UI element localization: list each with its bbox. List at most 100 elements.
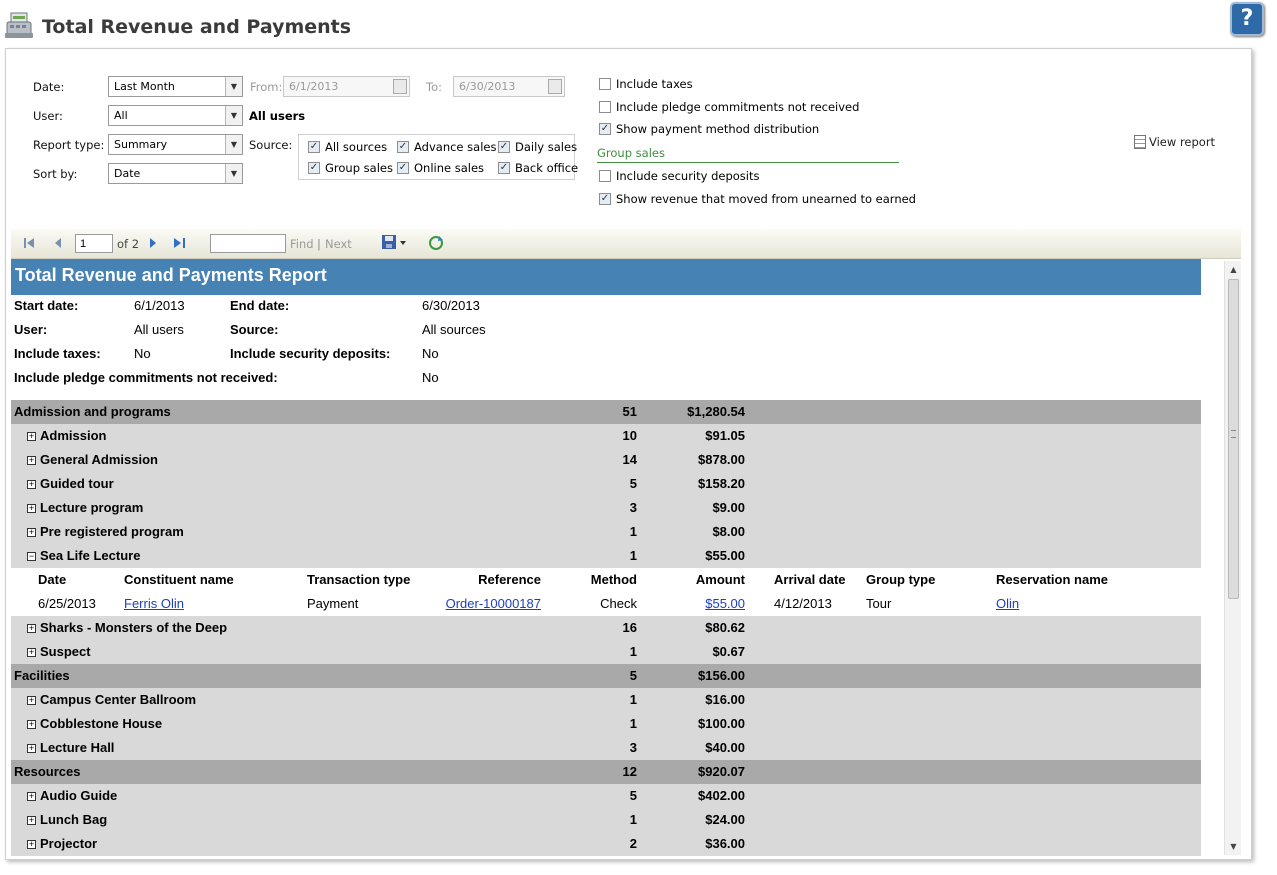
expand-icon[interactable]: + bbox=[27, 816, 36, 825]
scroll-up-icon[interactable]: ▲ bbox=[1225, 261, 1242, 278]
row-amount: $156.00 bbox=[698, 668, 745, 683]
row-name: + Lunch Bag bbox=[27, 812, 107, 827]
date-select-value: Last Month bbox=[114, 80, 175, 93]
subcategory-row: + Projector 2 $36.00 bbox=[11, 832, 1201, 856]
chevron-down-icon: ▼ bbox=[225, 164, 242, 183]
row-name-text: Guided tour bbox=[40, 476, 114, 491]
row-amount: $158.20 bbox=[698, 476, 745, 491]
source-advance-checkbox[interactable]: ✓ Advance sales bbox=[397, 140, 496, 154]
help-button[interactable]: ? bbox=[1230, 2, 1264, 36]
source-group-checkbox[interactable]: ✓ Group sales bbox=[308, 161, 393, 175]
calendar-icon[interactable] bbox=[393, 79, 407, 94]
find-text-input[interactable] bbox=[210, 234, 286, 253]
sort-by-label: Sort by: bbox=[33, 167, 78, 181]
checkbox-label: Daily sales bbox=[515, 140, 578, 154]
row-count: 1 bbox=[629, 812, 637, 827]
report-toolbar: of 2 Find | Next bbox=[11, 229, 1241, 259]
report-type-select[interactable]: Summary ▼ bbox=[108, 134, 243, 155]
show-payment-method-checkbox[interactable]: ✓ Show payment method distribution bbox=[599, 122, 819, 136]
detail-arrival-date: 4/12/2013 bbox=[774, 596, 832, 611]
row-count: 51 bbox=[622, 404, 637, 419]
user-select[interactable]: All ▼ bbox=[108, 105, 243, 126]
source-label: Source: bbox=[249, 138, 293, 152]
source-all-checkbox[interactable]: ✓ All sources bbox=[308, 140, 387, 154]
expand-icon[interactable]: + bbox=[27, 792, 36, 801]
chevron-down-icon: ▼ bbox=[225, 77, 242, 96]
end-date-value: 6/30/2013 bbox=[422, 298, 480, 313]
from-label: From: bbox=[250, 80, 283, 94]
checkbox-label: Online sales bbox=[414, 161, 485, 175]
source-back-office-checkbox[interactable]: ✓ Back office bbox=[498, 161, 578, 175]
expand-icon[interactable]: + bbox=[27, 528, 36, 537]
expand-icon[interactable]: + bbox=[27, 456, 36, 465]
row-name: Admission and programs bbox=[14, 404, 171, 419]
reference-link[interactable]: Order-10000187 bbox=[411, 596, 541, 611]
subcategory-row: − Sea Life Lecture 1 $55.00 bbox=[11, 544, 1201, 568]
previous-page-icon[interactable] bbox=[53, 237, 63, 249]
report-type-value: Summary bbox=[114, 138, 168, 151]
sort-by-select[interactable]: Date ▼ bbox=[108, 163, 243, 184]
source-checkbox-group: ✓ All sources ✓ Advance sales ✓ Daily sa… bbox=[298, 134, 578, 180]
date-select[interactable]: Last Month ▼ bbox=[108, 76, 243, 97]
amount-link[interactable]: $55.00 bbox=[651, 596, 745, 611]
collapse-icon[interactable]: − bbox=[27, 552, 36, 561]
find-button[interactable]: Find bbox=[290, 237, 314, 251]
header-reference: Reference bbox=[478, 572, 541, 587]
row-amount: $402.00 bbox=[698, 788, 745, 803]
reservation-link[interactable]: Olin bbox=[996, 596, 1019, 611]
subcategory-row: + Admission 10 $91.05 bbox=[11, 424, 1201, 448]
row-name-text: Campus Center Ballroom bbox=[40, 692, 197, 707]
pledge-info-label: Include pledge commitments not received: bbox=[14, 370, 278, 385]
view-report-button[interactable]: View report bbox=[1134, 135, 1215, 149]
expand-icon[interactable]: + bbox=[27, 432, 36, 441]
show-unearned-revenue-checkbox[interactable]: ✓ Show revenue that moved from unearned … bbox=[599, 192, 916, 206]
category-row: Resources 12 $920.07 bbox=[11, 760, 1201, 784]
expand-icon[interactable]: + bbox=[27, 744, 36, 753]
source-online-checkbox[interactable]: ✓ Online sales bbox=[397, 161, 484, 175]
row-amount: $0.67 bbox=[712, 644, 745, 659]
next-page-icon[interactable] bbox=[148, 237, 158, 249]
security-info-value: No bbox=[422, 346, 439, 361]
checkbox-checked-icon: ✓ bbox=[498, 162, 510, 174]
expand-icon[interactable]: + bbox=[27, 624, 36, 633]
expand-icon[interactable]: + bbox=[27, 480, 36, 489]
from-date-input[interactable]: 6/1/2013 bbox=[283, 76, 410, 97]
header-group-type: Group type bbox=[866, 572, 936, 587]
row-count: 1 bbox=[629, 716, 637, 731]
export-save-icon[interactable] bbox=[381, 234, 409, 250]
row-count: 12 bbox=[622, 764, 637, 779]
next-find-button[interactable]: Next bbox=[325, 237, 352, 251]
detail-group-type: Tour bbox=[866, 596, 892, 611]
include-taxes-checkbox[interactable]: Include taxes bbox=[599, 77, 693, 91]
scroll-down-icon[interactable]: ▼ bbox=[1225, 838, 1242, 855]
checkbox-label: Advance sales bbox=[414, 140, 497, 154]
expand-icon[interactable]: + bbox=[27, 696, 36, 705]
expand-icon[interactable]: + bbox=[27, 720, 36, 729]
last-page-icon[interactable] bbox=[173, 237, 187, 249]
expand-icon[interactable]: + bbox=[27, 504, 36, 513]
source-daily-checkbox[interactable]: ✓ Daily sales bbox=[498, 140, 577, 154]
expand-icon[interactable]: + bbox=[27, 840, 36, 849]
to-date-input[interactable]: 6/30/2013 bbox=[453, 76, 565, 97]
cash-register-icon bbox=[5, 12, 33, 38]
from-date-value: 6/1/2013 bbox=[289, 80, 339, 93]
report-scrollbar[interactable]: ▲ ▼ bbox=[1224, 261, 1241, 855]
report-type-label: Report type: bbox=[33, 138, 105, 152]
calendar-icon[interactable] bbox=[548, 79, 562, 94]
refresh-icon[interactable] bbox=[428, 235, 444, 251]
expand-icon[interactable]: + bbox=[27, 648, 36, 657]
first-page-icon[interactable] bbox=[23, 237, 35, 249]
row-count: 5 bbox=[629, 668, 637, 683]
checkbox-label: Include security deposits bbox=[616, 169, 760, 183]
checkbox-unchecked-icon bbox=[599, 78, 611, 90]
constituent-link[interactable]: Ferris Olin bbox=[124, 596, 184, 611]
row-name-text: Projector bbox=[40, 836, 98, 851]
row-amount: $878.00 bbox=[698, 452, 745, 467]
include-pledge-checkbox[interactable]: Include pledge commitments not received bbox=[599, 100, 859, 114]
page-number-input[interactable] bbox=[75, 234, 113, 253]
scroll-thumb[interactable] bbox=[1228, 279, 1239, 599]
header-constituent-name: Constituent name bbox=[124, 572, 234, 587]
header-amount: Amount bbox=[695, 572, 745, 587]
include-security-deposits-checkbox[interactable]: Include security deposits bbox=[599, 169, 760, 183]
taxes-info-label: Include taxes: bbox=[14, 346, 101, 361]
